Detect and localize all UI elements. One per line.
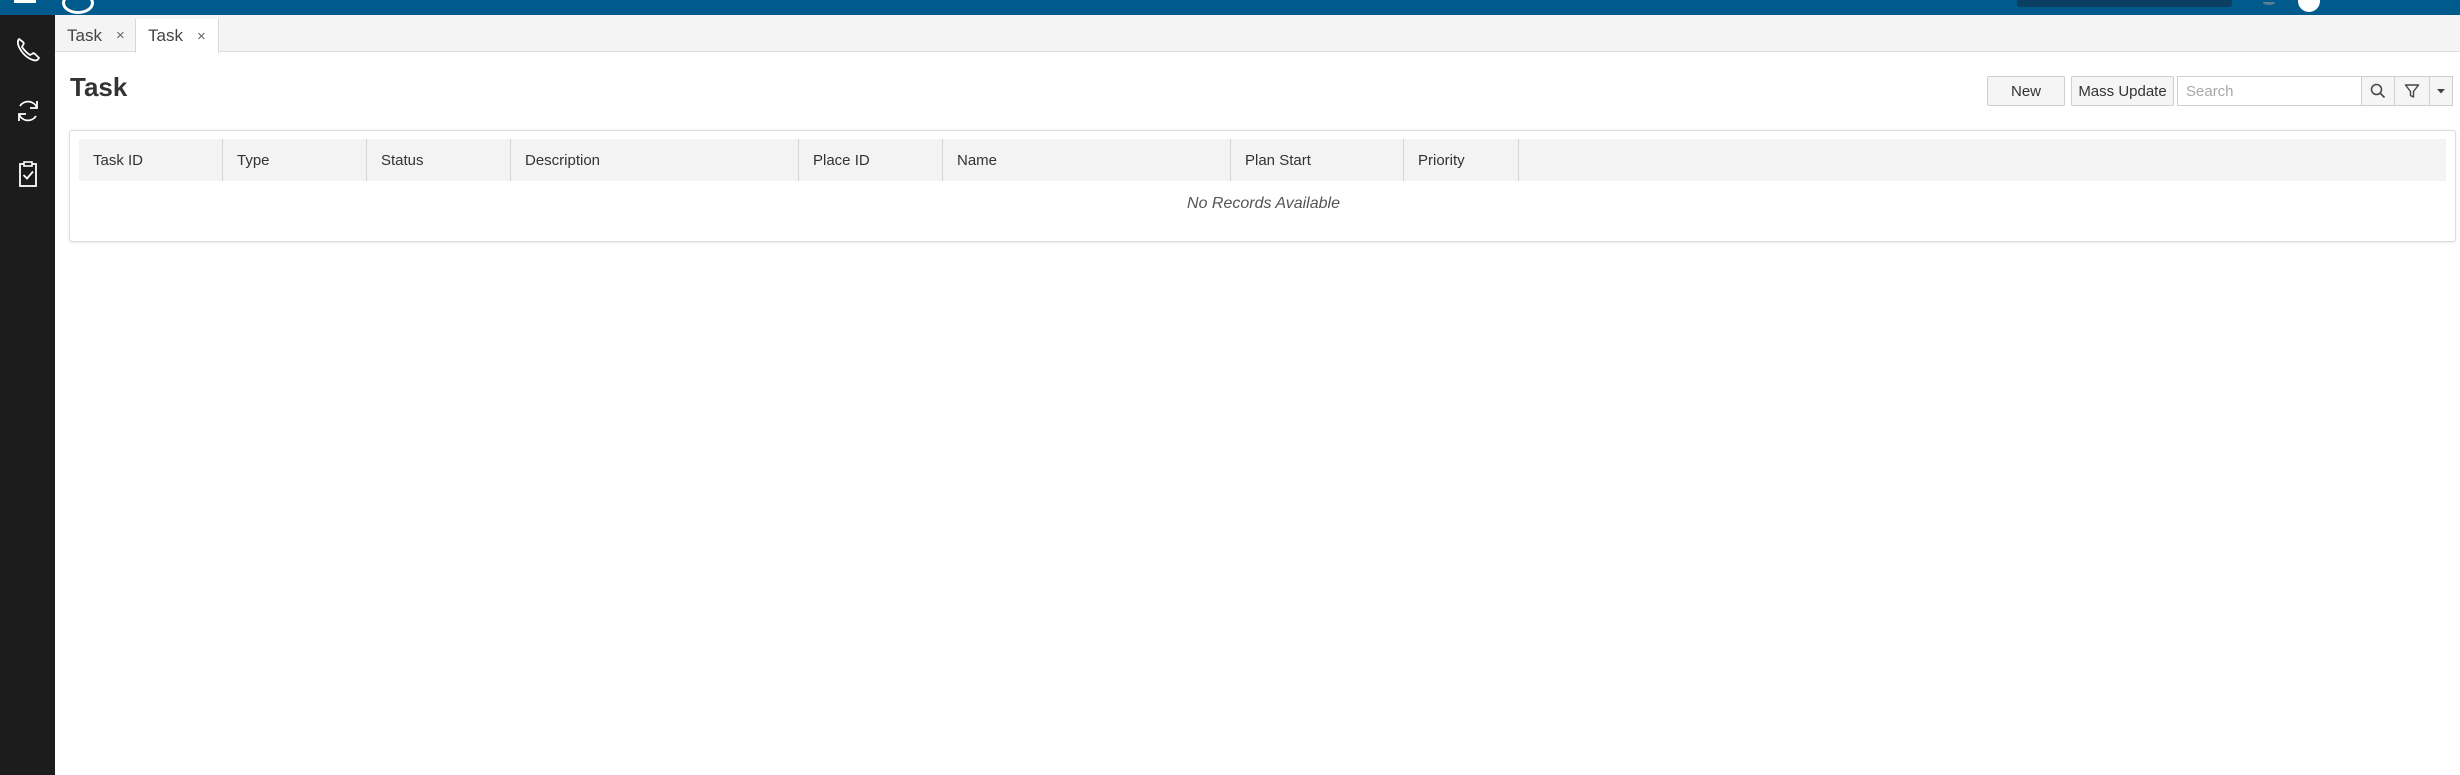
column-header-type[interactable]: Type — [223, 139, 367, 181]
column-header-task-id[interactable]: Task ID — [79, 139, 223, 181]
search-input[interactable] — [2177, 76, 2361, 106]
new-button[interactable]: New — [1987, 76, 2065, 106]
page-title: Task — [70, 72, 128, 102]
column-header-name[interactable]: Name — [943, 139, 1231, 181]
search-button[interactable] — [2361, 76, 2395, 106]
tab-label: Task — [148, 26, 183, 45]
empty-state-message: No Records Available — [1187, 195, 1340, 212]
column-header-status[interactable]: Status — [367, 139, 511, 181]
filter-dropdown-button[interactable] — [2429, 76, 2453, 106]
search-icon — [2370, 83, 2386, 99]
mass-update-button[interactable]: Mass Update — [2071, 76, 2174, 106]
clipboard-check-icon — [18, 161, 37, 187]
task-grid: Task ID Type Status Description Place ID… — [69, 130, 2456, 242]
notification-icon[interactable] — [2263, 0, 2275, 5]
global-search-box[interactable] — [2017, 0, 2232, 7]
column-header-priority[interactable]: Priority — [1404, 139, 1519, 181]
filter-icon — [2404, 84, 2420, 98]
hamburger-menu-icon[interactable] — [14, 0, 36, 3]
caret-down-icon — [2437, 89, 2445, 94]
grid-header-row: Task ID Type Status Description Place ID… — [79, 139, 2446, 181]
user-avatar-icon[interactable] — [2298, 0, 2320, 12]
tab-task-2[interactable]: Task × — [135, 19, 219, 53]
left-sidebar — [0, 15, 55, 775]
tab-bar: Task × Task × — [55, 15, 2460, 53]
column-header-plan-start[interactable]: Plan Start — [1231, 139, 1404, 181]
column-header-description[interactable]: Description — [511, 139, 799, 181]
nav-sync-button[interactable] — [0, 85, 55, 137]
app-logo — [62, 0, 94, 14]
phone-icon — [16, 38, 40, 62]
tab-task-1[interactable]: Task × — [55, 19, 138, 52]
column-header-place-id[interactable]: Place ID — [799, 139, 943, 181]
filter-button[interactable] — [2394, 76, 2430, 106]
nav-calls-button[interactable] — [0, 23, 55, 75]
nav-tasks-button[interactable] — [0, 148, 55, 200]
top-header-bar — [0, 0, 2460, 15]
tab-label: Task — [67, 25, 102, 45]
close-icon[interactable]: × — [197, 28, 206, 45]
sync-icon — [17, 100, 38, 122]
close-icon[interactable]: × — [116, 27, 125, 44]
